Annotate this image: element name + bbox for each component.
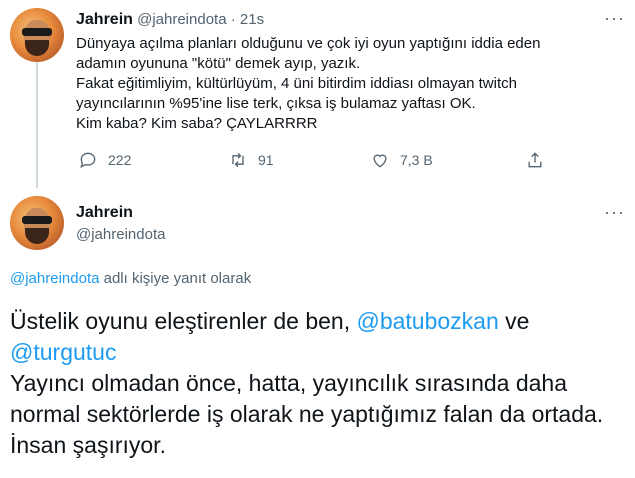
retweet-button[interactable]: 91 bbox=[228, 150, 274, 170]
retweet-icon bbox=[232, 152, 244, 168]
reply-context: @jahreindota adlı kişiye yanıt olarak bbox=[10, 270, 251, 287]
avatar-glasses bbox=[22, 216, 52, 224]
body-text: ve bbox=[498, 308, 530, 334]
tweet-body: Üstelik oyunu eleştirenler de ben, @batu… bbox=[10, 306, 630, 461]
thread-line bbox=[36, 62, 38, 188]
like-count: 7,3 B bbox=[400, 152, 433, 168]
display-name[interactable]: Jahrein bbox=[76, 11, 133, 28]
avatar[interactable] bbox=[10, 196, 64, 250]
avatar-beard bbox=[25, 228, 49, 244]
tweet-text: Dünyaya açılma planları olduğunu ve çok … bbox=[76, 35, 541, 132]
share-button[interactable] bbox=[525, 150, 545, 170]
tweet-header: Jahrein @jahreindota · 21s bbox=[76, 10, 264, 30]
mention-turgutuc[interactable]: @turgutuc bbox=[10, 339, 116, 365]
avatar[interactable] bbox=[10, 8, 64, 62]
timestamp[interactable]: 21s bbox=[240, 11, 264, 28]
reply-count: 222 bbox=[108, 152, 132, 168]
reply-to-mention[interactable]: @jahreindota bbox=[10, 270, 99, 287]
body-line-4: normal sektörlerde iş olarak ne yaptığım… bbox=[10, 401, 604, 427]
body-line-3: Yayıncı olmadan önce, hatta, yayıncılık … bbox=[10, 370, 568, 396]
like-button[interactable]: 7,3 B bbox=[370, 150, 433, 170]
more-icon[interactable]: ··· bbox=[604, 8, 625, 29]
like-icon bbox=[373, 154, 387, 168]
mention-batubozkan[interactable]: @batubozkan bbox=[356, 308, 498, 334]
body-line-5: İnsan şaşırıyor. bbox=[10, 432, 166, 458]
reply-icon bbox=[80, 152, 96, 168]
avatar-beard bbox=[25, 40, 49, 56]
body-line-2: @turgutuc bbox=[10, 337, 630, 368]
body-line-1: Üstelik oyunu eleştirenler de ben, @batu… bbox=[10, 306, 630, 337]
reply-to-suffix: adlı kişiye yanıt olarak bbox=[99, 270, 252, 287]
retweet-count: 91 bbox=[258, 152, 274, 168]
handle[interactable]: @jahreindota bbox=[76, 226, 165, 243]
body-text: Üstelik oyunu eleştirenler de ben, bbox=[10, 308, 357, 334]
time-separator: · bbox=[230, 11, 236, 28]
avatar-glasses bbox=[22, 28, 52, 36]
handle[interactable]: @jahreindota bbox=[137, 11, 226, 28]
share-icon bbox=[528, 152, 542, 168]
reply-button[interactable]: 222 bbox=[78, 150, 131, 170]
more-icon[interactable]: ··· bbox=[604, 202, 625, 223]
display-name[interactable]: Jahrein bbox=[76, 204, 133, 222]
